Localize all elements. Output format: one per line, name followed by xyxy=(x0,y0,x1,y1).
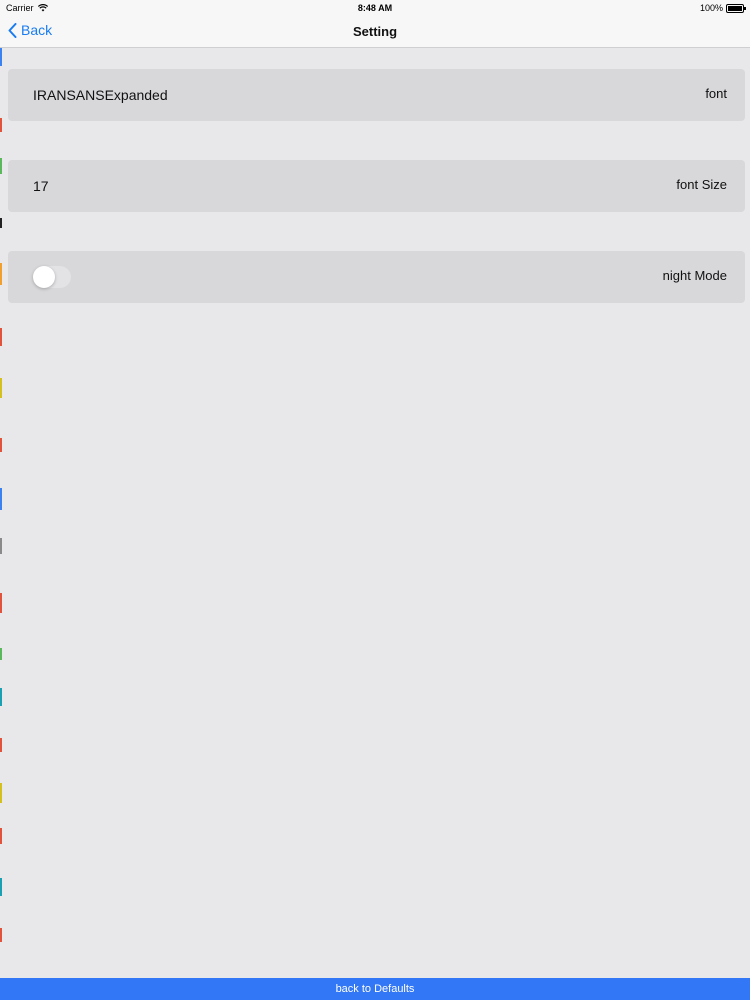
toggle-knob xyxy=(33,266,55,288)
back-to-defaults-button[interactable]: back to Defaults xyxy=(0,978,750,1000)
left-edge-strip xyxy=(0,48,2,978)
navigation-bar: Back Setting xyxy=(0,16,750,48)
page-title: Setting xyxy=(352,24,398,39)
font-value: IRANSANSExpanded xyxy=(33,87,168,103)
night-mode-label: night Mode xyxy=(662,268,727,283)
night-mode-setting-row: night Mode xyxy=(8,251,745,303)
font-setting-row[interactable]: IRANSANSExpanded font xyxy=(8,69,745,121)
battery-group: 100% xyxy=(699,3,746,13)
status-time: 8:48 AM xyxy=(357,3,393,13)
font-size-label: font Size xyxy=(676,177,727,192)
font-size-setting-row[interactable]: 17 font Size xyxy=(8,160,745,212)
status-bar: Carrier 8:48 AM 100% xyxy=(0,0,750,16)
battery-icon xyxy=(726,3,746,13)
night-mode-toggle[interactable] xyxy=(33,266,71,288)
font-size-value: 17 xyxy=(33,178,49,194)
font-label: font xyxy=(705,86,727,101)
battery-percent: 100% xyxy=(699,3,723,13)
